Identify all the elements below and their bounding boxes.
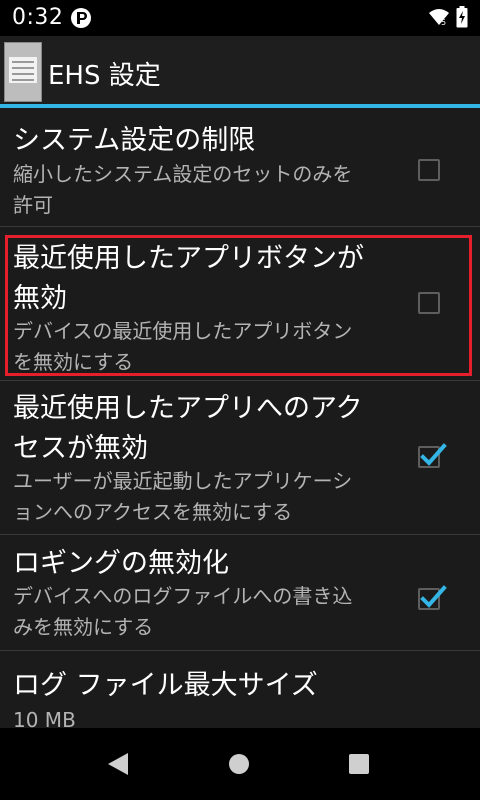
pref-summary: 10 MB bbox=[13, 708, 76, 728]
battery-charging-icon bbox=[456, 6, 468, 32]
home-circle-icon[interactable] bbox=[229, 754, 249, 774]
page-title: EHS 設定 bbox=[48, 61, 161, 91]
ehs-app-icon[interactable] bbox=[4, 42, 42, 102]
status-bar: 0:32 5 bbox=[0, 0, 480, 36]
pref-title: システム設定の制限 bbox=[13, 125, 256, 156]
checkbox-unchecked[interactable] bbox=[418, 159, 440, 181]
svg-text:5: 5 bbox=[441, 18, 446, 26]
pref-title: 最近使用したアプリボタンが 無効 bbox=[13, 243, 364, 314]
recents-square-icon[interactable] bbox=[349, 754, 369, 774]
pref-item-log-file-max-size[interactable]: ログ ファイル最大サイズ 10 MB bbox=[0, 651, 480, 728]
app-notification-icon bbox=[70, 7, 92, 29]
pref-summary: デバイスへのログファイルへの書き込 みを無効にする bbox=[13, 584, 353, 639]
status-icons: 5 bbox=[428, 6, 468, 32]
pref-title: ロギングの無効化 bbox=[13, 548, 229, 579]
checkbox-unchecked[interactable] bbox=[418, 292, 440, 314]
check-icon bbox=[420, 443, 447, 466]
pref-title: 最近使用したアプリへのアク セスが無効 bbox=[13, 393, 363, 464]
status-time: 0:32 bbox=[12, 5, 64, 30]
wifi-icon: 5 bbox=[428, 8, 450, 30]
screen: 0:32 5 EHS 設定 システム設定の制限 縮小したシステム設定のセットのみ… bbox=[0, 0, 480, 800]
pref-summary: ユーザーが最近起動したアプリケーシ ョンへのアクセスを無効にする bbox=[13, 469, 353, 524]
checkbox-checked[interactable] bbox=[418, 443, 447, 468]
pref-summary: デバイスの最近使用したアプリボタン を無効にする bbox=[13, 319, 353, 374]
action-bar: EHS 設定 bbox=[0, 36, 480, 104]
preference-list[interactable]: システム設定の制限 縮小したシステム設定のセットのみを 許可 最近使用したアプリ… bbox=[0, 108, 480, 728]
pref-summary: 縮小したシステム設定のセットのみを 許可 bbox=[13, 162, 353, 217]
pref-item-disable-logging[interactable]: ロギングの無効化 デバイスへのログファイルへの書き込 みを無効にする bbox=[0, 535, 480, 650]
pref-item-disable-recent-apps-button[interactable]: 最近使用したアプリボタンが 無効 デバイスの最近使用したアプリボタン を無効にす… bbox=[0, 227, 480, 380]
checkbox-checked[interactable] bbox=[418, 585, 447, 610]
back-triangle-icon[interactable] bbox=[107, 752, 129, 780]
navigation-bar bbox=[0, 728, 480, 800]
pref-item-restrict-system-settings[interactable]: システム設定の制限 縮小したシステム設定のセットのみを 許可 bbox=[0, 108, 480, 226]
pref-item-disable-recent-apps-access[interactable]: 最近使用したアプリへのアク セスが無効 ユーザーが最近起動したアプリケーシ ョン… bbox=[0, 381, 480, 534]
check-icon bbox=[420, 585, 447, 608]
pref-title: ログ ファイル最大サイズ bbox=[13, 670, 318, 701]
